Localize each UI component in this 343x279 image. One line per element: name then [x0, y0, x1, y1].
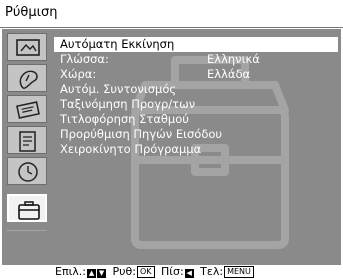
footer-select-hint: Επιλ.: ▲ ▼: [55, 265, 107, 278]
left-arrow-key-icon: ◀: [184, 269, 194, 278]
menu-item-label: Προρύθμιση Πηγών Εισόδου: [60, 127, 223, 141]
menu-item-label: Χώρα:: [60, 67, 97, 81]
menu-item-station-label[interactable]: Τιτλοφόρηση Σταθμού: [54, 112, 338, 127]
menu-item-programme-sorting[interactable]: Ταξινόμηση Προγρ/των: [54, 97, 338, 112]
menu-key-icon: MENU: [224, 266, 254, 278]
sidebar-item-sound[interactable]: [7, 64, 47, 92]
tv-osd-screen: Ρύθμιση Αυτόματη Εκκίνηση Γλώσσα: Ελληνι…: [0, 0, 343, 279]
footer-adjust-hint: Ρυθ: OK: [113, 265, 155, 278]
screen-icon: [16, 101, 40, 119]
sidebar-item-timer[interactable]: [7, 157, 47, 185]
setup-icon: [18, 201, 40, 220]
title-bar: Ρύθμιση: [0, 0, 343, 28]
timer-icon: [18, 162, 38, 182]
down-arrow-key-icon: ▼: [97, 269, 107, 278]
category-sidebar: [4, 30, 50, 263]
menu-item-manual-programme[interactable]: Χειροκίνητο Πρόγραμμα: [54, 142, 338, 157]
sidebar-item-features[interactable]: [7, 126, 47, 154]
footer-back-hint: Πίσ: ◀: [161, 265, 194, 278]
menu-title: Ρύθμιση: [5, 5, 58, 20]
menu-item-language[interactable]: Γλώσσα: Ελληνικά: [54, 52, 338, 67]
menu-item-label: Ταξινόμηση Προγρ/των: [60, 97, 196, 111]
menu-item-label: Αυτόμ. Συντονισμός: [60, 82, 177, 96]
features-icon: [19, 131, 36, 152]
up-arrow-key-icon: ▲: [87, 269, 97, 278]
sidebar-item-screen[interactable]: [7, 95, 47, 123]
footer-exit-hint: Τελ: MENU: [200, 265, 254, 278]
menu-item-label: Γλώσσα:: [60, 52, 109, 66]
ok-key-icon: OK: [136, 266, 155, 278]
footer-help-bar: Επιλ.: ▲ ▼ Ρυθ: OK Πίσ: ◀ Τελ: MENU: [0, 265, 343, 279]
picture-icon: [16, 39, 40, 56]
menu-item-label: Αυτόματη Εκκίνηση: [60, 37, 175, 51]
menu-item-label: Χειροκίνητο Πρόγραμμα: [60, 142, 202, 156]
menu-item-av-preset[interactable]: Προρύθμιση Πηγών Εισόδου: [54, 127, 338, 142]
menu-item-value: Ελλάδα: [207, 67, 251, 81]
sidebar-item-setup[interactable]: [7, 194, 47, 222]
menu-item-country[interactable]: Χώρα: Ελλάδα: [54, 67, 338, 82]
menu-item-value: Ελληνικά: [207, 52, 260, 66]
menu-item-auto-start[interactable]: Αυτόματη Εκκίνηση: [54, 37, 338, 52]
menu-item-auto-tuning[interactable]: Αυτόμ. Συντονισμός: [54, 82, 338, 97]
sound-icon: [19, 70, 38, 89]
menu-item-label: Τιτλοφόρηση Σταθμού: [60, 112, 189, 126]
sidebar-item-picture[interactable]: [7, 33, 47, 61]
sidebar-empty-slot: [7, 230, 47, 258]
